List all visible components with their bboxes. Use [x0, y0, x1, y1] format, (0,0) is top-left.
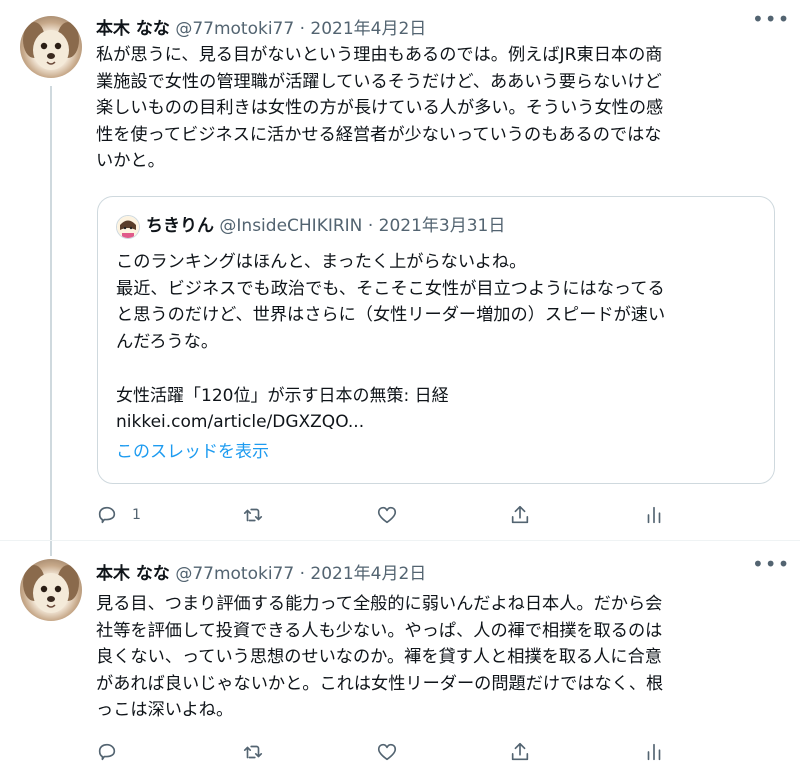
tweet-text: 見る目、つまり評価する能力って全般的に弱いんだよね日本人。だから会 社等を評価し…	[96, 594, 664, 720]
separator: ·	[299, 19, 305, 39]
quoted-date[interactable]: 2021年3月31日	[379, 216, 506, 236]
author-name[interactable]: 本木 なな	[96, 564, 170, 584]
like-icon	[377, 506, 397, 524]
tweet-text: 私が思うに、見る目がないという理由もあるのでは。例えばJR東日本の商 業施設で女…	[96, 45, 664, 171]
tweet-date[interactable]: 2021年4月2日	[310, 19, 426, 39]
more-options-icon[interactable]: •••	[752, 9, 789, 36]
author-handle[interactable]: @77motoki77	[175, 564, 294, 584]
action-bar	[96, 737, 696, 767]
avatar[interactable]	[20, 16, 82, 78]
analytics-icon	[647, 743, 661, 761]
analytics-icon	[647, 506, 661, 524]
reply-icon	[98, 743, 116, 761]
reply-icon	[98, 506, 116, 524]
reply-button[interactable]: 1	[96, 500, 141, 530]
quoted-avatar	[116, 215, 140, 239]
tweet-date[interactable]: 2021年4月2日	[310, 564, 426, 584]
reply-count: 1	[132, 507, 141, 523]
action-bar: 1	[96, 500, 696, 530]
quoted-link-url[interactable]: nikkei.com/article/DGXZQO...	[116, 409, 364, 435]
thread-line	[50, 86, 52, 556]
more-options-icon[interactable]: •••	[752, 554, 789, 581]
tweet-header: 本木 なな @77motoki77 · 2021年4月2日	[96, 563, 426, 585]
tweet-header: 本木 なな @77motoki77 · 2021年4月2日	[96, 18, 426, 40]
analytics-button[interactable]	[643, 500, 665, 530]
separator: ·	[367, 216, 374, 236]
reply-button[interactable]	[96, 737, 132, 767]
quoted-author-name[interactable]: ちきりん	[146, 216, 214, 236]
share-button[interactable]	[509, 737, 531, 767]
quoted-link-title[interactable]: 女性活躍「120位」が示す日本の無策: 日経	[116, 383, 449, 409]
share-icon	[511, 505, 529, 524]
quoted-header: ちきりん @InsideCHIKIRIN · 2021年3月31日	[146, 215, 505, 237]
quoted-tweet[interactable]: ちきりん @InsideCHIKIRIN · 2021年3月31日 このランキン…	[97, 196, 775, 484]
like-icon	[377, 743, 397, 761]
quoted-author-handle[interactable]: @InsideCHIKIRIN	[219, 216, 362, 236]
like-button[interactable]	[376, 737, 412, 767]
author-name[interactable]: 本木 なな	[96, 19, 170, 39]
retweet-icon	[243, 508, 263, 522]
analytics-button[interactable]	[643, 737, 665, 767]
author-handle[interactable]: @77motoki77	[175, 19, 294, 39]
tweet[interactable]: 本木 なな @77motoki77 · 2021年4月2日 ••• 見る目、つま…	[0, 540, 800, 778]
separator: ·	[299, 564, 305, 584]
retweet-icon	[243, 745, 263, 759]
retweet-button[interactable]	[242, 500, 278, 530]
share-icon	[511, 742, 529, 761]
show-thread-link[interactable]: このスレッドを表示	[116, 439, 269, 465]
share-button[interactable]	[509, 500, 531, 530]
avatar[interactable]	[20, 559, 82, 621]
like-button[interactable]	[376, 500, 412, 530]
retweet-button[interactable]	[242, 737, 278, 767]
tweet[interactable]: 本木 なな @77motoki77 · 2021年4月2日 ••• 私が思うに、…	[0, 0, 800, 556]
quoted-text: このランキングはほんと、まったく上がらないよね。 最近、ビジネスでも政治でも、そ…	[116, 252, 666, 352]
